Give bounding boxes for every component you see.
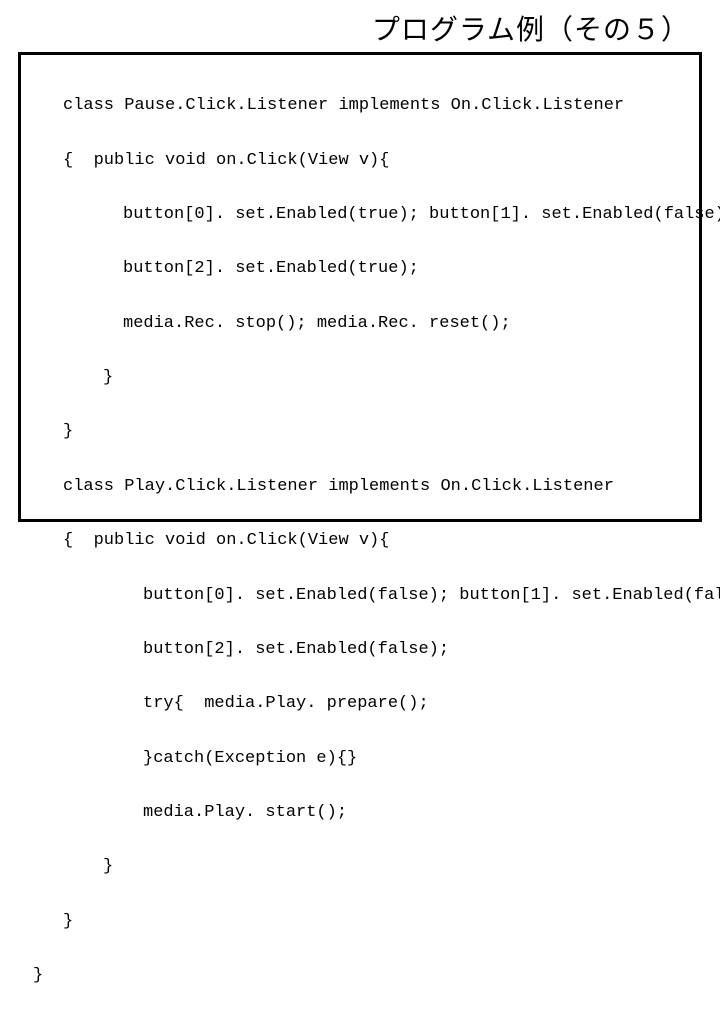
code-line: { public void on.Click(View v){ xyxy=(63,527,691,554)
code-line: class Pause.Click.Listener implements On… xyxy=(63,92,691,119)
code-line: media.Play. start(); xyxy=(143,799,691,826)
code-block: class Pause.Click.Listener implements On… xyxy=(18,52,702,522)
slide-title: プログラム例（その５） xyxy=(0,0,720,52)
code-line: button[2]. set.Enabled(true); xyxy=(123,255,691,282)
code-line: button[0]. set.Enabled(false); button[1]… xyxy=(143,582,691,609)
code-line: media.Rec. stop(); media.Rec. reset(); xyxy=(123,310,691,337)
code-line: } xyxy=(103,853,691,880)
code-line: button[0]. set.Enabled(true); button[1].… xyxy=(123,201,691,228)
code-line: button[2]. set.Enabled(false); xyxy=(143,636,691,663)
code-line: } xyxy=(63,908,691,935)
code-line: }catch(Exception e){} xyxy=(143,745,691,772)
code-line: { public void on.Click(View v){ xyxy=(63,147,691,174)
code-line: } xyxy=(63,418,691,445)
code-line: } xyxy=(103,364,691,391)
code-line: class Play.Click.Listener implements On.… xyxy=(63,473,691,500)
code-line: try{ media.Play. prepare(); xyxy=(143,690,691,717)
code-line: } xyxy=(33,962,691,989)
